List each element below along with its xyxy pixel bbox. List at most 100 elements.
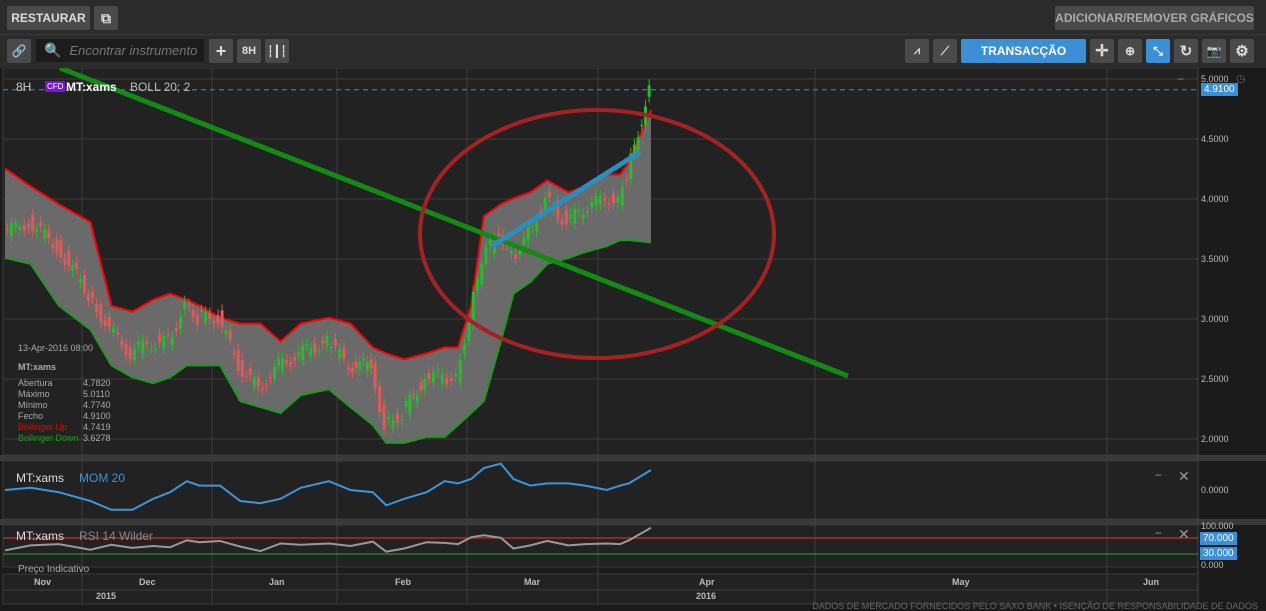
candle <box>82 274 86 292</box>
candle <box>620 186 624 206</box>
candle <box>313 342 317 353</box>
panel-divider <box>0 455 1266 461</box>
settings-icon[interactable]: ⚙ <box>1230 39 1254 63</box>
candle <box>293 356 297 362</box>
chart-type-icon[interactable]: ┆┃┆ <box>265 39 289 63</box>
candle <box>158 334 162 343</box>
candle <box>564 210 568 224</box>
candle <box>531 226 534 228</box>
candle <box>47 230 51 239</box>
candle <box>277 358 281 366</box>
candle <box>5 229 9 231</box>
candle <box>90 291 94 298</box>
info-row-label: Fecho <box>18 411 44 421</box>
last-price-tag: 4.9100 <box>1201 83 1238 96</box>
candle <box>581 214 585 219</box>
info-row-label: Bollinger Up <box>18 422 68 432</box>
trade-button[interactable]: TRANSACÇÃO <box>961 39 1086 63</box>
month-label: Jan <box>269 577 285 587</box>
candle <box>611 193 615 204</box>
candle <box>281 358 285 370</box>
candle <box>9 223 13 236</box>
candle <box>236 349 240 371</box>
candle <box>228 329 232 340</box>
data-disclaimer[interactable]: DADOS DE MERCADO FORNECIDOS PELO SAXO BA… <box>812 601 1258 611</box>
candle <box>132 349 136 360</box>
rsi-panel <box>2 524 1199 568</box>
candle <box>124 343 128 356</box>
mom-label: MOM 20 <box>79 471 126 485</box>
candle <box>467 322 471 341</box>
candle <box>640 124 644 126</box>
candle <box>449 377 453 381</box>
month-label: Feb <box>395 577 412 587</box>
candle <box>378 386 382 413</box>
restore-button[interactable]: RESTAURAR <box>7 6 90 30</box>
minimize-rsi-icon[interactable]: − <box>1155 526 1162 540</box>
candle <box>128 347 132 359</box>
minimize-main-icon[interactable]: − <box>1177 72 1184 86</box>
candle <box>346 367 350 371</box>
candle <box>14 222 18 228</box>
candle <box>51 243 55 249</box>
crosshair-icon[interactable]: ✛ <box>1090 39 1114 63</box>
indicators-icon[interactable]: ⩘ <box>905 39 929 63</box>
candle <box>289 362 293 366</box>
candle <box>458 359 462 383</box>
candle <box>208 313 212 319</box>
month-label: Mar <box>524 577 541 587</box>
link-icon[interactable]: 🔗 <box>7 39 31 63</box>
price-chart[interactable] <box>0 68 1266 611</box>
candle <box>415 394 419 403</box>
info-instrument: MT:xams <box>18 362 57 372</box>
candle <box>329 347 333 349</box>
candle <box>484 246 488 264</box>
candle <box>27 224 31 229</box>
add-icon[interactable]: + <box>209 39 233 63</box>
legend-instrument: MT:xams <box>66 80 117 94</box>
close-mom-icon[interactable]: ✕ <box>1178 468 1190 485</box>
mom-instrument: MT:xams <box>16 471 64 485</box>
candle <box>309 348 313 357</box>
candle <box>199 310 203 313</box>
candle <box>514 254 518 260</box>
candle <box>35 228 39 233</box>
candle <box>191 309 195 317</box>
indicative-price-label: Preço Indicativo <box>18 564 90 575</box>
timeframe-button[interactable]: 8H <box>237 39 261 63</box>
external-link-icon[interactable]: ⧉ <box>94 6 118 30</box>
search-icon: 🔍 <box>44 42 62 58</box>
draw-line-icon[interactable]: ⟋ <box>933 39 957 63</box>
candle <box>79 278 83 283</box>
candle <box>535 222 539 232</box>
info-row-value: 4.7740 <box>83 400 111 410</box>
candle <box>95 303 99 312</box>
camera-icon[interactable]: 📷 <box>1202 39 1226 63</box>
info-row-label: Mínimo <box>18 400 48 410</box>
candle <box>419 382 423 390</box>
rsi-axis-bottom: 0.000 <box>1201 560 1224 570</box>
month-label: May <box>952 577 970 587</box>
refresh-icon[interactable]: ↻ <box>1174 39 1198 63</box>
candle <box>252 377 256 387</box>
search-input[interactable]: 🔍 Encontrar instrumento <box>36 39 204 62</box>
month-label: Jun <box>1143 577 1160 587</box>
zoom-icon[interactable]: ⊕ <box>1118 39 1142 63</box>
candle <box>55 238 59 253</box>
minimize-mom-icon[interactable]: − <box>1155 468 1162 482</box>
mom-panel <box>2 460 1199 520</box>
info-row-value: 5.0110 <box>83 389 110 399</box>
candle <box>358 361 362 370</box>
candle <box>111 327 115 333</box>
candle <box>107 317 111 327</box>
rsi-label: RSI 14 Wilder <box>79 529 154 543</box>
candle <box>39 222 43 227</box>
candle <box>577 210 581 212</box>
add-remove-charts-button[interactable]: ADICIONAR/REMOVER GRÁFICOS <box>1055 6 1254 30</box>
close-rsi-icon[interactable]: ✕ <box>1178 526 1190 543</box>
candle <box>365 361 369 372</box>
candle <box>153 347 157 349</box>
candle <box>427 372 431 379</box>
fit-icon[interactable]: ⤡ <box>1146 39 1170 63</box>
candle <box>174 327 178 331</box>
